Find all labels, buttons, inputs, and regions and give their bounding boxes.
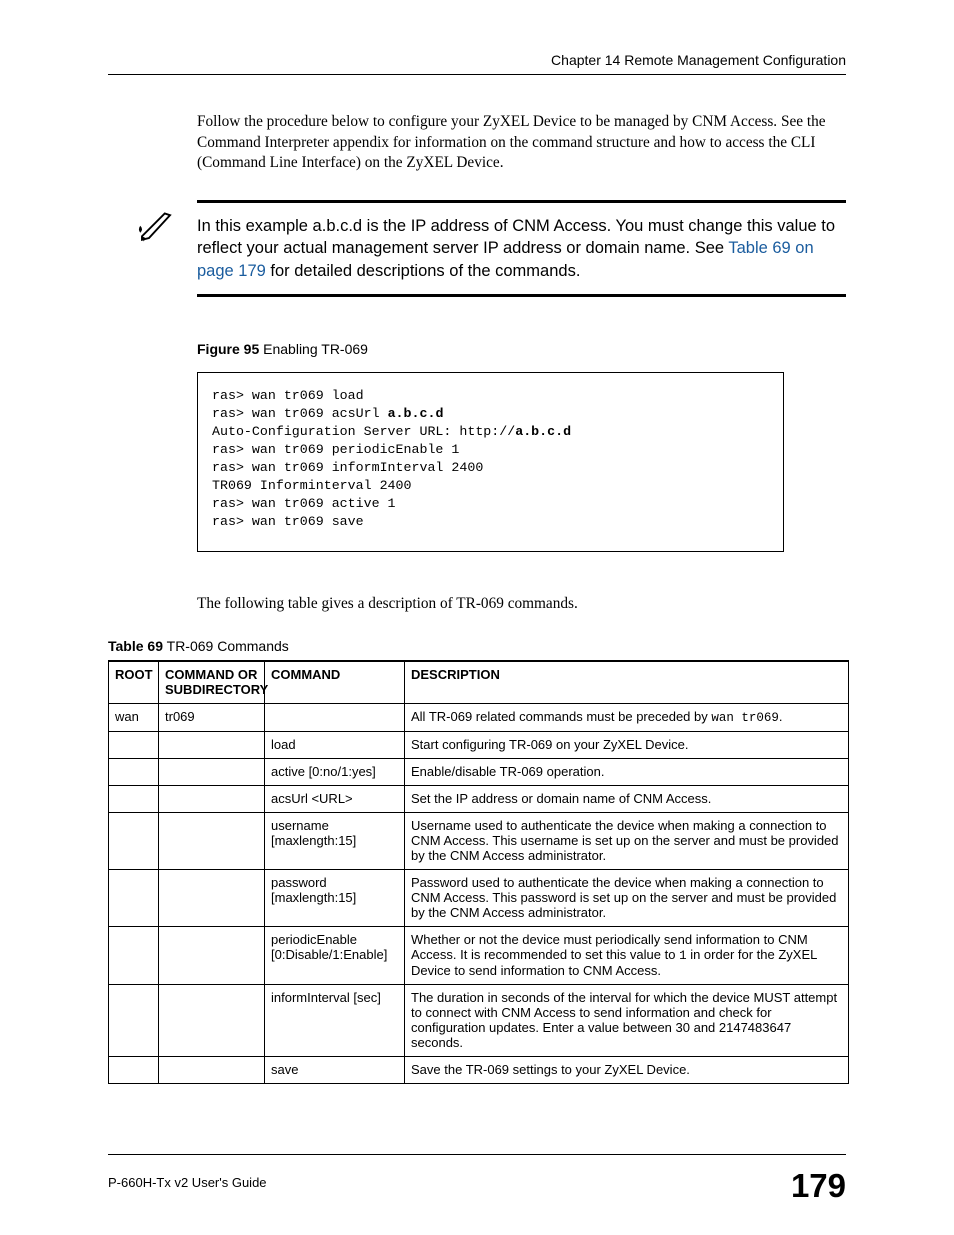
cell-description: Save the TR-069 settings to your ZyXEL D… — [405, 1057, 849, 1084]
table-title: TR-069 Commands — [163, 638, 289, 654]
cell-description: Start configuring TR-069 on your ZyXEL D… — [405, 732, 849, 759]
th-root: ROOT — [109, 661, 159, 704]
figure-title: Enabling TR-069 — [259, 341, 368, 357]
cell-command: active [0:no/1:yes] — [265, 759, 405, 786]
cell-root — [109, 1057, 159, 1084]
cell-root — [109, 732, 159, 759]
cell-description: All TR-069 related commands must be prec… — [405, 704, 849, 732]
cell-subdirectory — [159, 786, 265, 813]
cell-command: username [maxlength:15] — [265, 813, 405, 870]
cell-root — [109, 759, 159, 786]
cell-command: acsUrl <URL> — [265, 786, 405, 813]
th-desc: DESCRIPTION — [405, 661, 849, 704]
cell-subdirectory: tr069 — [159, 704, 265, 732]
table-row: password [maxlength:15]Password used to … — [109, 870, 849, 927]
command-table: ROOT COMMAND OR SUBDIRECTORY COMMAND DES… — [108, 660, 849, 1084]
footer-guide: P-660H-Tx v2 User's Guide — [108, 1175, 267, 1190]
cell-description: Enable/disable TR-069 operation. — [405, 759, 849, 786]
table-row: wantr069 All TR-069 related commands must… — [109, 704, 849, 732]
note-text-post: for detailed descriptions of the command… — [266, 262, 581, 280]
cell-subdirectory — [159, 985, 265, 1057]
note-block: In this example a.b.c.d is the IP addres… — [135, 200, 846, 297]
table-row: username [maxlength:15]Username used to … — [109, 813, 849, 870]
cell-subdirectory — [159, 927, 265, 985]
table-row: informInterval [sec]The duration in seco… — [109, 985, 849, 1057]
table-row: acsUrl <URL>Set the IP address or domain… — [109, 786, 849, 813]
cell-command: save — [265, 1057, 405, 1084]
code-listing: ras> wan tr069 load ras> wan tr069 acsUr… — [197, 372, 784, 552]
cell-command: periodicEnable [0:Disable/1:Enable] — [265, 927, 405, 985]
cell-subdirectory — [159, 732, 265, 759]
table-row: active [0:no/1:yes]Enable/disable TR-069… — [109, 759, 849, 786]
table-label: Table 69 — [108, 638, 163, 654]
th-sub: COMMAND OR SUBDIRECTORY — [159, 661, 265, 704]
chapter-header: Chapter 14 Remote Management Configurati… — [551, 52, 846, 68]
footer-rule — [108, 1154, 846, 1155]
cell-subdirectory — [159, 759, 265, 786]
table-header-row: ROOT COMMAND OR SUBDIRECTORY COMMAND DES… — [109, 661, 849, 704]
table-row: periodicEnable [0:Disable/1:Enable]Wheth… — [109, 927, 849, 985]
header-rule — [108, 74, 846, 75]
note-icon — [135, 203, 185, 250]
cell-command: password [maxlength:15] — [265, 870, 405, 927]
cell-description: Whether or not the device must periodica… — [405, 927, 849, 985]
cell-root: wan — [109, 704, 159, 732]
cell-root — [109, 870, 159, 927]
note-text: In this example a.b.c.d is the IP addres… — [197, 203, 846, 282]
intro-paragraph: Follow the procedure below to configure … — [197, 112, 846, 174]
table-row: loadStart configuring TR-069 on your ZyX… — [109, 732, 849, 759]
note-bottom-rule — [197, 294, 846, 297]
cell-subdirectory — [159, 870, 265, 927]
figure-caption: Figure 95 Enabling TR-069 — [197, 341, 368, 357]
cell-root — [109, 927, 159, 985]
figure-label: Figure 95 — [197, 341, 259, 357]
cell-subdirectory — [159, 813, 265, 870]
table-caption: Table 69 TR-069 Commands — [108, 638, 289, 654]
cell-root — [109, 813, 159, 870]
cell-command: informInterval [sec] — [265, 985, 405, 1057]
after-code-paragraph: The following table gives a description … — [197, 595, 846, 613]
cell-subdirectory — [159, 1057, 265, 1084]
th-cmd: COMMAND — [265, 661, 405, 704]
cell-description: Password used to authenticate the device… — [405, 870, 849, 927]
cell-description: The duration in seconds of the interval … — [405, 985, 849, 1057]
cell-root — [109, 985, 159, 1057]
page-number: 179 — [791, 1167, 846, 1205]
cell-command: load — [265, 732, 405, 759]
cell-root — [109, 786, 159, 813]
cell-command — [265, 704, 405, 732]
table-body: wantr069 All TR-069 related commands must… — [109, 704, 849, 1084]
cell-description: Set the IP address or domain name of CNM… — [405, 786, 849, 813]
cell-description: Username used to authenticate the device… — [405, 813, 849, 870]
table-row: saveSave the TR-069 settings to your ZyX… — [109, 1057, 849, 1084]
